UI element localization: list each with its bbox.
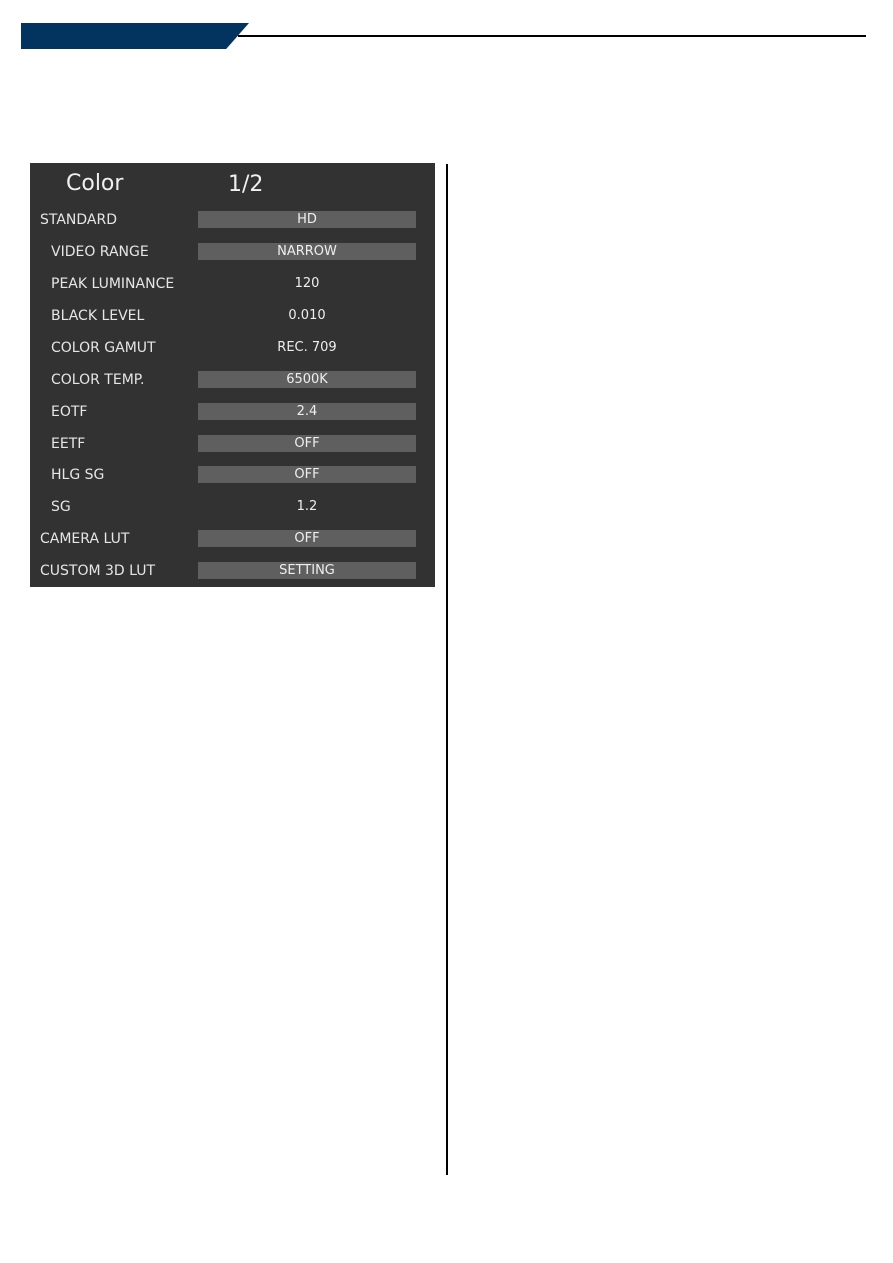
menu-row-value-selector[interactable]: NARROW xyxy=(198,243,416,260)
menu-row-label: STANDARD xyxy=(40,212,118,228)
menu-row-label: CAMERA LUT xyxy=(40,531,130,547)
menu-row[interactable]: CUSTOM 3D LUT SETTING xyxy=(30,561,435,583)
menu-row[interactable]: SG 1.2 xyxy=(30,497,435,519)
menu-row-value: 1.2 xyxy=(296,499,318,514)
menu-row[interactable]: CAMERA LUT OFF xyxy=(30,529,435,551)
menu-row-value: 0.010 xyxy=(288,308,326,323)
menu-row[interactable]: COLOR GAMUT REC. 709 xyxy=(30,338,435,360)
menu-row-label: COLOR GAMUT xyxy=(51,340,156,356)
menu-row[interactable]: EOTF 2.4 xyxy=(30,402,435,424)
column-divider xyxy=(446,164,448,1175)
menu-row-value: 120 xyxy=(294,276,320,291)
menu-row-value-selector[interactable]: OFF xyxy=(198,530,416,547)
menu-row-label: PEAK LUMINANCE xyxy=(51,276,175,292)
menu-row-label: VIDEO RANGE xyxy=(51,244,149,260)
menu-row-value-selector[interactable]: HD xyxy=(198,211,416,228)
menu-row[interactable]: EETF OFF xyxy=(30,434,435,456)
menu-row-value: REC. 709 xyxy=(277,340,337,355)
menu-row-label: BLACK LEVEL xyxy=(51,308,145,324)
menu-row-value-selector[interactable]: OFF xyxy=(198,435,416,452)
menu-row-value-selector[interactable]: 6500K xyxy=(198,371,416,388)
menu-row[interactable]: COLOR TEMP. 6500K xyxy=(30,370,435,392)
menu-row-label: COLOR TEMP. xyxy=(51,372,145,388)
menu-row[interactable]: STANDARD HD xyxy=(30,210,435,232)
menu-row-label: CUSTOM 3D LUT xyxy=(40,563,156,579)
menu-row-label: HLG SG xyxy=(51,467,105,483)
menu-page-indicator: 1/2 xyxy=(228,172,264,197)
menu-row-value-selector[interactable]: OFF xyxy=(198,466,416,483)
menu-row-label: EOTF xyxy=(51,404,88,420)
section-header-tab xyxy=(21,23,249,49)
header-rule xyxy=(238,35,866,37)
menu-title: Color xyxy=(66,171,124,196)
menu-row-value-selector[interactable]: 2.4 xyxy=(198,403,416,420)
menu-row-label: SG xyxy=(51,499,71,515)
menu-row-value-selector[interactable]: SETTING xyxy=(198,562,416,579)
color-menu-panel: Color 1/2 STANDARD HD VIDEO RANGE NARROW PEA… xyxy=(30,163,435,587)
menu-row[interactable]: BLACK LEVEL 0.010 xyxy=(30,306,435,328)
menu-row[interactable]: HLG SG OFF xyxy=(30,465,435,487)
menu-row-label: EETF xyxy=(51,436,86,452)
menu-row[interactable]: PEAK LUMINANCE 120 xyxy=(30,274,435,296)
menu-row[interactable]: VIDEO RANGE NARROW xyxy=(30,242,435,264)
